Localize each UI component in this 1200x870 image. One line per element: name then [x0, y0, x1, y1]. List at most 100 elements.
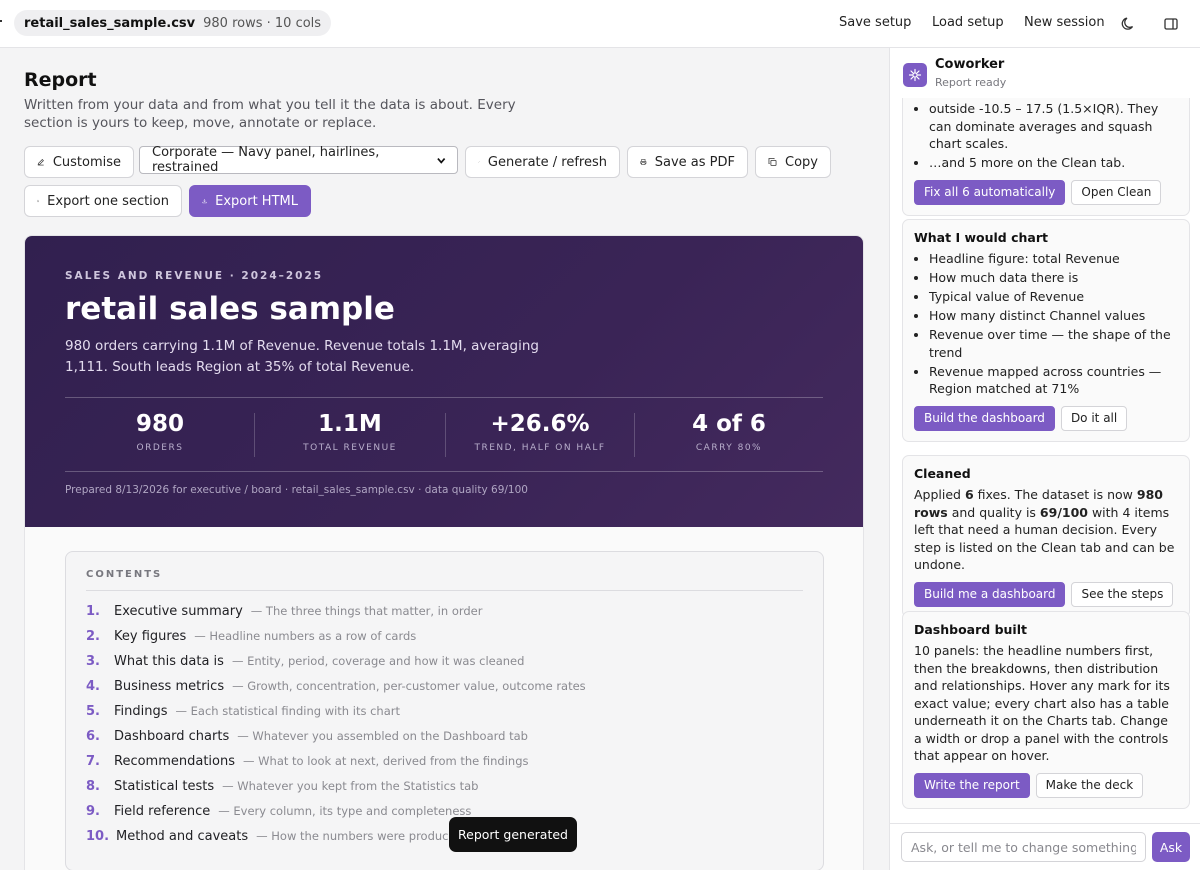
- hero-footer: Prepared 8/13/2026 for executive / board…: [65, 484, 528, 496]
- open-clean-button[interactable]: Open Clean: [1071, 179, 1162, 205]
- toc-number: 8.: [86, 779, 100, 794]
- download-icon: [202, 198, 207, 204]
- message-card-chart-plan: What I would chart Headline figure: tota…: [902, 219, 1190, 442]
- toc-description: — The three things that matter, in order: [250, 604, 483, 618]
- hero-kicker: SALES AND REVENUE · 2024–2025: [65, 270, 324, 282]
- toc-number: 4.: [86, 679, 100, 694]
- top-bar: retail_sales_sample.csv 980 rows · 10 co…: [0, 0, 1200, 48]
- stat-value: 1.1M: [318, 411, 382, 437]
- file-chip[interactable]: retail_sales_sample.csv 980 rows · 10 co…: [14, 10, 332, 36]
- toc-item[interactable]: 10. Method and caveats — How the numbers…: [86, 829, 488, 849]
- pencil-icon: [37, 159, 44, 166]
- stat-label: TREND, HALF ON HALF: [474, 443, 606, 453]
- message-card-cleaned: Cleaned Applied 6 fixes. The dataset is …: [902, 455, 1190, 618]
- stat-label: CARRY 80%: [695, 443, 763, 453]
- export-one-section-label: Export one section: [47, 193, 169, 209]
- more-issues-note: …and 5 more on the Clean tab.: [929, 154, 1178, 172]
- toc-item[interactable]: 8. Statistical tests — Whatever you kept…: [86, 779, 478, 799]
- card-title: Dashboard built: [914, 622, 1027, 637]
- fix-count: 6: [964, 487, 974, 502]
- toc-label: What this data is: [114, 654, 224, 669]
- copy-icon: [768, 158, 777, 166]
- sidebar-toggle-icon[interactable]: [1161, 14, 1181, 34]
- toc-item[interactable]: 9. Field reference — Every column, its t…: [86, 804, 471, 824]
- toc-item[interactable]: 2. Key figures — Headline numbers as a r…: [86, 629, 416, 649]
- page-description: Written from your data and from what you…: [24, 97, 516, 131]
- stat-value: 980: [135, 411, 184, 437]
- build-me-a-dashboard-button[interactable]: Build me a dashboard: [914, 581, 1066, 607]
- printer-icon: [640, 159, 647, 165]
- stat-carry: 4 of 6 CARRY 80%: [634, 411, 824, 453]
- toc-number: 10.: [86, 829, 110, 844]
- coworker-name: Coworker: [935, 57, 1005, 72]
- text-run: Applied: [914, 487, 965, 502]
- toc-label: Executive summary: [114, 604, 243, 619]
- export-html-label: Export HTML: [215, 193, 298, 209]
- coworker-panel: outside -10.5 – 17.5 (1.5×IQR). They can…: [889, 48, 1200, 870]
- hero-title: retail sales sample: [65, 291, 395, 327]
- toc-item[interactable]: 1. Executive summary — The three things …: [86, 604, 482, 624]
- sparkle-icon: [903, 63, 927, 87]
- report-canvas: SALES AND REVENUE · 2024–2025 retail sal…: [24, 235, 864, 870]
- customise-button[interactable]: Customise: [24, 146, 134, 178]
- export-html-button[interactable]: Export HTML: [189, 185, 311, 217]
- stat-orders: 980 ORDERS: [65, 411, 255, 453]
- write-the-report-button[interactable]: Write the report: [914, 772, 1030, 798]
- save-setup-button[interactable]: Save setup: [839, 15, 911, 30]
- toc-number: 7.: [86, 754, 100, 769]
- do-it-all-button[interactable]: Do it all: [1060, 405, 1128, 431]
- load-setup-button[interactable]: Load setup: [932, 15, 1004, 30]
- copy-button[interactable]: Copy: [755, 146, 831, 178]
- toc-number: 9.: [86, 804, 100, 819]
- toc-description: — Entity, period, coverage and how it wa…: [231, 654, 525, 668]
- card-title: Cleaned: [914, 466, 971, 481]
- stat-total-revenue: 1.1M TOTAL REVENUE: [255, 411, 445, 453]
- report-theme-select[interactable]: Corporate — Navy panel, hairlines, restr…: [139, 145, 458, 175]
- hero-divider-top: [65, 397, 823, 398]
- moon-icon[interactable]: [1119, 14, 1139, 34]
- generate-refresh-label: Generate / refresh: [487, 154, 607, 170]
- new-session-button[interactable]: New session: [1024, 15, 1105, 30]
- build-the-dashboard-button[interactable]: Build the dashboard: [914, 405, 1055, 431]
- stat-value: +26.6%: [490, 411, 590, 437]
- see-the-steps-button[interactable]: See the steps: [1071, 581, 1174, 607]
- toc-label: Findings: [114, 704, 168, 719]
- toc-label: Recommendations: [114, 754, 236, 769]
- ask-input[interactable]: [901, 832, 1146, 862]
- chart-suggestion: Headline figure: total Revenue: [929, 250, 1178, 268]
- coworker-messages[interactable]: outside -10.5 – 17.5 (1.5×IQR). They can…: [890, 48, 1200, 823]
- generate-refresh-button[interactable]: Generate / refresh: [465, 146, 620, 178]
- fix-all-automatically-button[interactable]: Fix all 6 automatically: [914, 179, 1066, 205]
- toc-label: Key figures: [114, 629, 187, 644]
- main-pane: Report Written from your data and from w…: [0, 48, 889, 870]
- stat-label: ORDERS: [136, 443, 184, 453]
- chart-suggestion: How many distinct Channel values: [929, 307, 1178, 325]
- contents-box: CONTENTS 1. Executive summary — The thre…: [65, 551, 824, 870]
- toc-item[interactable]: 7. Recommendations — What to look at nex…: [86, 754, 529, 774]
- toc-description: — What to look at next, derived from the…: [243, 754, 529, 768]
- chart-suggestion: Revenue mapped across countries — Region…: [929, 363, 1178, 398]
- toc-item[interactable]: 6. Dashboard charts — Whatever you assem…: [86, 729, 528, 749]
- file-meta: 980 rows · 10 cols: [203, 15, 322, 31]
- ask-button[interactable]: Ask: [1152, 832, 1190, 862]
- toc-description: — Headline numbers as a row of cards: [194, 629, 417, 643]
- save-as-pdf-button[interactable]: Save as PDF: [627, 146, 748, 178]
- toc-item[interactable]: 3. What this data is — Entity, period, c…: [86, 654, 524, 674]
- report-theme-value: Corporate — Navy panel, hairlines, restr…: [152, 145, 380, 175]
- copy-label: Copy: [785, 154, 818, 170]
- make-the-deck-button[interactable]: Make the deck: [1035, 772, 1144, 798]
- export-one-section-button[interactable]: Export one section: [24, 185, 182, 217]
- message-card-dashboard-built: Dashboard built 10 panels: the headline …: [902, 611, 1190, 809]
- customise-label: Customise: [52, 154, 121, 170]
- toc-item[interactable]: 5. Findings — Each statistical finding w…: [86, 704, 400, 724]
- quality-score: 69/100: [1039, 504, 1088, 520]
- toc-description: — Growth, concentration, per-customer va…: [232, 679, 586, 693]
- toc-number: 3.: [86, 654, 100, 669]
- toc-item[interactable]: 4. Business metrics — Growth, concentrat…: [86, 679, 586, 699]
- document-icon: [37, 200, 39, 202]
- outlier-note: outside -10.5 – 17.5 (1.5×IQR). They can…: [929, 100, 1178, 153]
- report-hero: SALES AND REVENUE · 2024–2025 retail sal…: [25, 236, 863, 527]
- stat-label: TOTAL REVENUE: [303, 443, 397, 453]
- toc-label: Business metrics: [114, 679, 225, 694]
- save-as-pdf-label: Save as PDF: [654, 154, 735, 170]
